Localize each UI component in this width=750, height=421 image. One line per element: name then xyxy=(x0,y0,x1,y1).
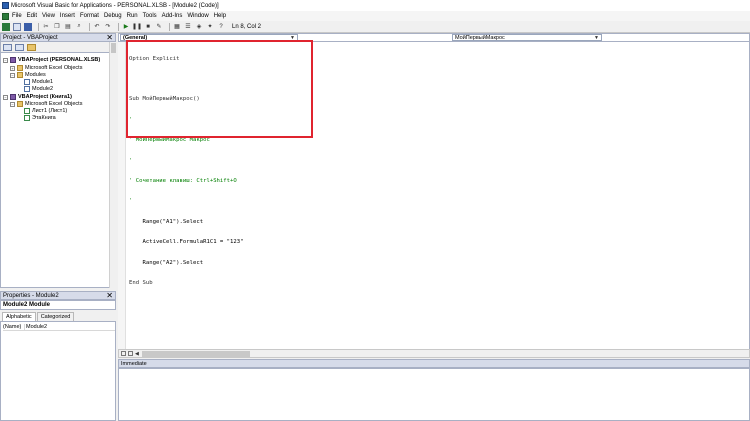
toolbar-separator xyxy=(169,22,170,31)
design-mode-icon[interactable]: ✎ xyxy=(155,23,163,31)
break-icon[interactable]: ❚❚ xyxy=(132,23,142,31)
procedure-combo[interactable]: МойПервыйМакрос ▼ xyxy=(452,34,602,41)
code-line: ' Сочетание клавиш: Ctrl+Shift+O xyxy=(129,177,237,184)
menu-view[interactable]: View xyxy=(42,13,55,19)
code-horizontal-scrollbar[interactable]: ◀ xyxy=(118,349,750,358)
code-line: ' xyxy=(129,198,133,205)
folder-icon xyxy=(17,101,23,107)
window-title: Microsoft Visual Basic for Applications … xyxy=(11,2,219,9)
workbook-icon xyxy=(24,115,30,121)
tab-alphabetic[interactable]: Alphabetic xyxy=(2,312,36,321)
scroll-thumb[interactable] xyxy=(141,350,250,357)
full-module-view-icon[interactable] xyxy=(128,351,133,356)
project-explorer-icon[interactable]: ▦ xyxy=(173,23,181,31)
project-icon xyxy=(10,57,16,63)
code-line: Range("A2").Select xyxy=(129,259,204,266)
code-line: ' xyxy=(129,157,133,164)
properties-grid: (Name) Module2 xyxy=(0,321,116,421)
menu-bar: File Edit View Insert Format Debug Run T… xyxy=(0,11,750,21)
help-icon[interactable]: ? xyxy=(217,23,225,31)
project-explorer-title: Project - VBAProject xyxy=(3,34,58,41)
toolbar-separator xyxy=(89,22,90,31)
property-value[interactable]: Module2 xyxy=(25,324,47,330)
menu-insert[interactable]: Insert xyxy=(60,13,75,19)
menu-file[interactable]: File xyxy=(12,13,22,19)
project-explorer-header: Project - VBAProject ✕ xyxy=(0,33,116,42)
vba-app-icon xyxy=(2,2,9,9)
scroll-left-icon[interactable]: ◀ xyxy=(135,351,139,357)
immediate-title: Immediate xyxy=(121,360,147,367)
close-icon[interactable]: ✕ xyxy=(106,34,113,42)
tree-node[interactable]: ЭтаКнига xyxy=(24,114,56,122)
code-line: Range("A1").Select xyxy=(129,218,204,225)
toggle-folders-icon[interactable] xyxy=(27,43,36,51)
scroll-thumb[interactable] xyxy=(111,43,116,53)
collapse-icon[interactable]: − xyxy=(3,57,8,63)
view-excel-icon[interactable] xyxy=(2,22,10,31)
tab-categorized[interactable]: Categorized xyxy=(36,312,75,321)
menu-edit[interactable]: Edit xyxy=(27,13,37,19)
view-code-icon[interactable] xyxy=(3,43,12,51)
menu-add-ins[interactable]: Add-Ins xyxy=(162,13,183,19)
title-bar: Microsoft Visual Basic for Applications … xyxy=(0,0,750,11)
properties-object-select[interactable]: Module2 Module xyxy=(0,300,116,310)
view-object-icon[interactable] xyxy=(15,43,24,51)
collapse-icon[interactable]: − xyxy=(10,101,15,107)
paste-icon[interactable]: ▤ xyxy=(64,23,72,31)
margin-indicator-bar[interactable] xyxy=(118,42,126,349)
menu-tools[interactable]: Tools xyxy=(143,13,157,19)
properties-tabs: Alphabetic Categorized xyxy=(0,310,116,321)
insert-module-icon[interactable] xyxy=(13,22,21,31)
tree-node[interactable]: Module2 xyxy=(24,85,53,93)
menu-help[interactable]: Help xyxy=(214,13,226,19)
cursor-position: Ln 8, Col 2 xyxy=(232,23,262,30)
procedure-view-icon[interactable] xyxy=(121,351,126,356)
tree-node[interactable]: − VBAProject (PERSONAL.XLSB) xyxy=(3,56,100,64)
properties-title: Properties - Module2 xyxy=(3,292,59,299)
module-icon xyxy=(24,86,30,92)
excel-icon[interactable] xyxy=(2,12,9,20)
folder-icon xyxy=(17,72,23,78)
toolbar-separator xyxy=(118,22,119,31)
object-browser-icon[interactable]: ◈ xyxy=(195,23,203,31)
copy-icon[interactable]: ❐ xyxy=(53,23,61,31)
menu-debug[interactable]: Debug xyxy=(104,13,122,19)
find-icon[interactable]: ⌕ xyxy=(75,23,83,31)
immediate-window[interactable] xyxy=(118,368,750,421)
highlight-box xyxy=(126,40,313,138)
menu-run[interactable]: Run xyxy=(127,13,138,19)
property-row[interactable]: (Name) Module2 xyxy=(3,323,115,331)
collapse-icon[interactable]: − xyxy=(3,94,8,100)
code-line: ' МойПервыйМакрос Макрос xyxy=(129,137,210,144)
menu-window[interactable]: Window xyxy=(187,13,208,19)
project-tree: − VBAProject (PERSONAL.XLSB) + Microsoft… xyxy=(0,52,116,288)
project-scrollbar[interactable] xyxy=(109,42,116,288)
code-line: End Sub xyxy=(129,279,153,286)
run-icon[interactable]: ▶ xyxy=(122,23,130,31)
property-name: (Name) xyxy=(3,323,25,330)
code-line: ActiveCell.FormulaR1C1 = "123" xyxy=(129,239,244,246)
properties-header: Properties - Module2 ✕ xyxy=(0,291,116,300)
menu-format[interactable]: Format xyxy=(80,13,99,19)
close-icon[interactable]: ✕ xyxy=(106,292,113,300)
cut-icon[interactable]: ✂ xyxy=(42,23,50,31)
standard-toolbar: ✂ ❐ ▤ ⌕ ↶ ↷ ▶ ❚❚ ■ ✎ ▦ ☰ ◈ ✦ ? Ln 8, Col… xyxy=(0,21,750,33)
toolbar-separator xyxy=(38,22,39,31)
reset-icon[interactable]: ■ xyxy=(144,23,152,31)
undo-icon[interactable]: ↶ xyxy=(93,23,101,31)
collapse-icon[interactable]: − xyxy=(10,72,15,78)
toolbox-icon[interactable]: ✦ xyxy=(206,23,214,31)
project-explorer-toolbar xyxy=(0,42,116,52)
expand-icon[interactable]: + xyxy=(10,65,15,71)
immediate-window-header: Immediate xyxy=(118,359,750,368)
properties-window-icon[interactable]: ☰ xyxy=(184,23,192,31)
save-icon[interactable] xyxy=(24,22,32,31)
chevron-down-icon[interactable]: ▼ xyxy=(594,35,599,41)
redo-icon[interactable]: ↷ xyxy=(104,23,112,31)
